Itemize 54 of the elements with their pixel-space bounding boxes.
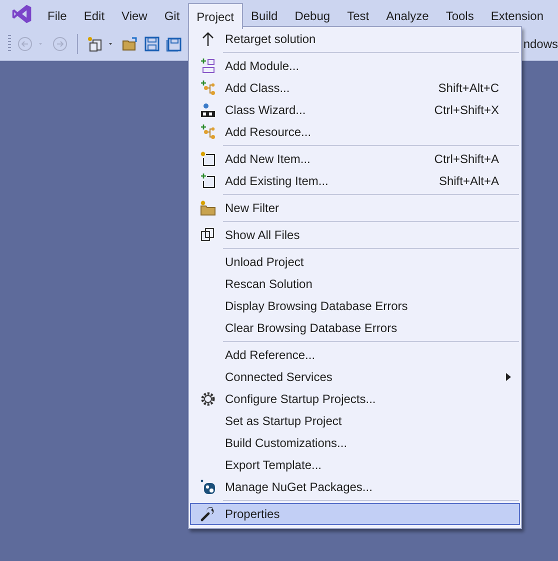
toolbar-label: ndows: [523, 36, 558, 50]
menu-item[interactable]: Add New Item... Ctrl+Shift+A: [190, 148, 520, 170]
new-item-icon[interactable]: [87, 36, 103, 52]
menu-item[interactable]: New Filter: [190, 197, 520, 219]
open-folder-icon[interactable]: [122, 36, 138, 52]
menu-item[interactable]: Add Module...: [190, 55, 520, 77]
menu-item[interactable]: Analyze: [378, 3, 438, 27]
menu-item[interactable]: Clear Browsing Database Errors: [190, 317, 520, 339]
menu-item[interactable]: Configure Startup Projects...: [190, 388, 520, 410]
existing-item-icon: [200, 173, 216, 189]
new-item-icon: [200, 151, 216, 167]
class-wizard-icon: [200, 102, 216, 118]
menu-item[interactable]: Project: [188, 3, 243, 29]
menu-item[interactable]: Add Existing Item... Shift+Alt+A: [190, 170, 520, 192]
menu-item[interactable]: Show All Files: [190, 224, 520, 246]
menu-item[interactable]: Unload Project: [190, 251, 520, 273]
logo-icon[interactable]: [11, 3, 33, 25]
menu-item[interactable]: File: [39, 3, 76, 27]
menu-item[interactable]: Display Browsing Database Errors: [190, 295, 520, 317]
menu-item[interactable]: Properties: [190, 503, 520, 525]
shortcut-label: Ctrl+Shift+A: [434, 152, 499, 166]
menu-item[interactable]: Retarget solution: [190, 28, 520, 50]
menu-item[interactable]: Test: [338, 3, 378, 27]
save-icon[interactable]: [144, 36, 160, 52]
shortcut-label: Shift+Alt+A: [438, 174, 499, 188]
menu-item[interactable]: Class Wizard... Ctrl+Shift+X: [190, 99, 520, 121]
menu-item[interactable]: Export Template...: [190, 454, 520, 476]
menu-item[interactable]: Edit: [75, 3, 114, 27]
menu-item[interactable]: Set as Startup Project: [190, 410, 520, 432]
menu-item[interactable]: Extension: [482, 3, 552, 27]
settings-icon: [200, 391, 216, 407]
add-module-icon: [200, 58, 216, 74]
menu-item[interactable]: Debug: [286, 3, 339, 27]
menu-item[interactable]: Add Reference...: [190, 344, 520, 366]
menu-item[interactable]: Build: [242, 3, 286, 27]
save-all-icon[interactable]: [166, 36, 182, 52]
add-class-icon: [200, 80, 216, 96]
wrench-icon: [200, 506, 216, 522]
shortcut-label: Shift+Alt+C: [438, 81, 499, 95]
shortcut-label: Ctrl+Shift+X: [434, 103, 499, 117]
add-resource-icon: [200, 124, 216, 140]
menu-item[interactable]: Connected Services: [190, 366, 520, 388]
up-arrow-icon: [200, 31, 216, 47]
package-icon: [200, 479, 216, 495]
menu-item[interactable]: View: [113, 3, 156, 27]
folder-icon: [200, 200, 216, 216]
menu-item[interactable]: Manage NuGet Packages...: [190, 476, 520, 498]
menu-item[interactable]: Git: [156, 3, 188, 27]
menu-item[interactable]: Add Class... Shift+Alt+C: [190, 77, 520, 99]
menu-item[interactable]: Tools: [437, 3, 482, 27]
menu-item[interactable]: Rescan Solution: [190, 273, 520, 295]
menu-item[interactable]: Build Customizations...: [190, 432, 520, 454]
menu-item[interactable]: Add Resource...: [190, 121, 520, 143]
files-icon: [200, 227, 216, 243]
